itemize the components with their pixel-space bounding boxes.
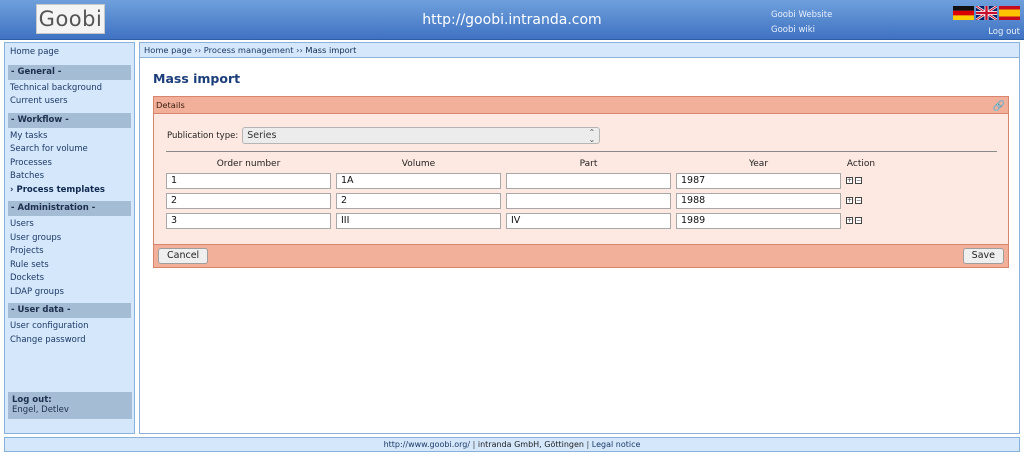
sidebar-section-workflow: - Workflow - <box>8 112 131 128</box>
order-number-input[interactable]: 2 <box>166 193 331 209</box>
sidebar-item-technical-background[interactable]: Technical background <box>5 82 134 96</box>
sidebar-item-users[interactable]: Users <box>5 218 134 232</box>
sidebar-item-dockets[interactable]: Dockets <box>5 272 134 286</box>
logout-label: Log out: <box>12 395 52 405</box>
flag-uk-icon[interactable] <box>976 6 997 20</box>
minus-icon[interactable]: − <box>855 197 862 204</box>
cancel-button[interactable]: Cancel <box>158 248 209 264</box>
footer-separator: | <box>472 440 476 449</box>
sidebar-logout-box[interactable]: Log out: Engel, Detlev <box>8 392 132 419</box>
goobi-wiki-link[interactable]: Goobi wiki <box>771 23 832 38</box>
column-header-year: Year <box>748 159 769 169</box>
footer-goobi-link[interactable]: http://www.goobi.org/ <box>384 440 470 449</box>
logo-text: Goobi <box>38 7 103 31</box>
column-header-volume: Volume <box>401 159 436 169</box>
sidebar-item-batches[interactable]: Batches <box>5 170 134 184</box>
volume-input[interactable]: 1A <box>336 173 501 189</box>
breadcrumb-separator: ›› <box>194 45 202 55</box>
panel-footer: Cancel Save <box>154 244 1008 267</box>
column-header-order-number: Order number <box>216 159 281 169</box>
page-footer: http://www.goobi.org/ | intranda GmbH, G… <box>4 437 1020 452</box>
year-input[interactable]: 1988 <box>676 193 841 209</box>
publication-type-value: Series <box>247 130 277 141</box>
sidebar-item-projects[interactable]: Projects <box>5 245 134 259</box>
select-arrows-icon: ⌃ ⌄ <box>588 128 596 144</box>
column-header-part: Part <box>579 159 598 169</box>
part-input[interactable] <box>506 173 671 189</box>
footer-legal-notice-link[interactable]: Legal notice <box>592 440 641 449</box>
plus-icon[interactable]: + <box>846 217 853 224</box>
help-icon[interactable]: 🔗 <box>993 98 1005 115</box>
flag-de-icon[interactable] <box>953 6 974 20</box>
order-number-input[interactable]: 3 <box>166 213 331 229</box>
part-input[interactable]: IV <box>506 213 671 229</box>
panel-header: Details 🔗 <box>154 97 1008 114</box>
sidebar-item-my-tasks[interactable]: My tasks <box>5 130 134 144</box>
breadcrumb-separator: ›› <box>296 45 303 55</box>
language-flags <box>953 6 1020 20</box>
sidebar-item-search-volume[interactable]: Search for volume <box>5 143 134 157</box>
sidebar-item-rule-sets[interactable]: Rule sets <box>5 259 134 273</box>
sidebar-item-change-password[interactable]: Change password <box>5 334 134 348</box>
goobi-logo[interactable]: Goobi <box>36 4 105 34</box>
sidebar-item-processes[interactable]: Processes <box>5 157 134 171</box>
volume-input[interactable]: 2 <box>336 193 501 209</box>
row-actions: + − <box>846 217 862 224</box>
header-links: Goobi Website Goobi wiki <box>771 8 832 38</box>
publication-type-row: Publication type: Series ⌃ ⌄ <box>167 127 601 144</box>
goobi-website-link[interactable]: Goobi Website <box>771 8 832 23</box>
site-url: http://goobi.intranda.com <box>422 12 602 28</box>
year-input[interactable]: 1987 <box>676 173 841 189</box>
minus-icon[interactable]: − <box>855 217 862 224</box>
year-input[interactable]: 1989 <box>676 213 841 229</box>
main-content: Home page ›› Process management ›› Mass … <box>139 42 1020 434</box>
top-header: Goobi http://goobi.intranda.com Goobi We… <box>0 0 1024 40</box>
panel-title: Details <box>156 100 185 110</box>
header-logout-link[interactable]: Log out <box>988 27 1020 37</box>
part-input[interactable] <box>506 193 671 209</box>
sidebar-item-process-templates[interactable]: › Process templates <box>5 184 134 198</box>
sidebar-item-home[interactable]: Home page <box>5 46 134 60</box>
column-header-action: Action <box>846 159 876 169</box>
sidebar-item-user-groups[interactable]: User groups <box>5 232 134 246</box>
breadcrumb-home[interactable]: Home page <box>144 45 192 55</box>
plus-icon[interactable]: + <box>846 197 853 204</box>
sidebar-section-user-data: - User data - <box>8 303 131 318</box>
minus-icon[interactable]: − <box>855 177 862 184</box>
details-panel: Details 🔗 Publication type: Series ⌃ ⌄ Or… <box>153 96 1009 268</box>
breadcrumb-process-management[interactable]: Process management <box>204 45 294 55</box>
publication-type-select[interactable]: Series ⌃ ⌄ <box>242 127 601 144</box>
logout-user-name: Engel, Detlev <box>12 405 69 415</box>
sidebar-item-ldap-groups[interactable]: LDAP groups <box>5 286 134 300</box>
save-button[interactable]: Save <box>962 248 1004 264</box>
footer-separator: | <box>586 440 590 449</box>
row-actions: + − <box>846 197 862 204</box>
plus-icon[interactable]: + <box>846 177 853 184</box>
order-number-input[interactable]: 1 <box>166 173 331 189</box>
divider <box>166 151 997 152</box>
footer-company: intranda GmbH, Göttingen <box>477 440 584 449</box>
volume-input[interactable]: III <box>336 213 501 229</box>
row-actions: + − <box>846 177 862 184</box>
sidebar-section-general: - General - <box>8 64 131 80</box>
flag-es-icon[interactable] <box>999 6 1020 20</box>
breadcrumb-current: Mass import <box>305 45 357 55</box>
sidebar-section-administration: - Administration - <box>8 201 131 216</box>
sidebar-item-current-users[interactable]: Current users <box>5 95 134 109</box>
breadcrumb: Home page ›› Process management ›› Mass … <box>140 43 1019 58</box>
sidebar-item-user-configuration[interactable]: User configuration <box>5 320 134 334</box>
page-title: Mass import <box>153 71 241 86</box>
publication-type-label: Publication type: <box>167 130 239 141</box>
sidebar: Home page - General - Technical backgrou… <box>4 42 135 434</box>
